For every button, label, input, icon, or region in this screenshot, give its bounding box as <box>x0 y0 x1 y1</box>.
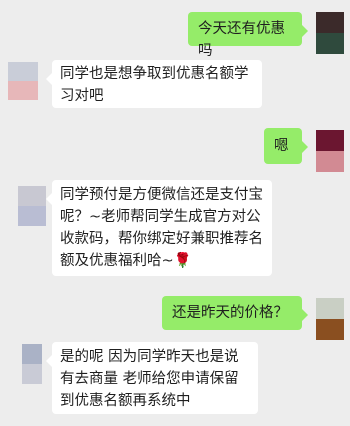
contact-avatar[interactable] <box>8 62 38 100</box>
rose-emoji: 🌹 <box>173 253 192 269</box>
message-bubble-outgoing[interactable]: 嗯 <box>264 128 308 164</box>
user-avatar[interactable] <box>316 130 344 172</box>
user-avatar[interactable] <box>316 12 344 54</box>
message-text: 同学预付是方便微信还是支付宝呢？~老师帮同学生成官方对公收款码，帮你绑定好兼职推… <box>60 187 263 269</box>
message-bubble-incoming[interactable]: 同学预付是方便微信还是支付宝呢？~老师帮同学生成官方对公收款码，帮你绑定好兼职推… <box>46 180 272 276</box>
user-avatar[interactable] <box>316 298 344 340</box>
message-bubble-incoming[interactable]: 是的呢 因为同学昨天也是说有去商量 老师给您申请保留到优惠名额再系统中 <box>46 342 258 414</box>
message-bubble-outgoing[interactable]: 今天还有优惠吗 <box>188 12 308 59</box>
contact-avatar[interactable] <box>22 344 42 384</box>
message-bubble-incoming[interactable]: 同学也是想争取到优惠名额学习对吧 <box>46 60 262 108</box>
message-bubble-outgoing[interactable]: 还是昨天的价格？ <box>162 296 308 330</box>
contact-avatar[interactable] <box>18 186 46 226</box>
